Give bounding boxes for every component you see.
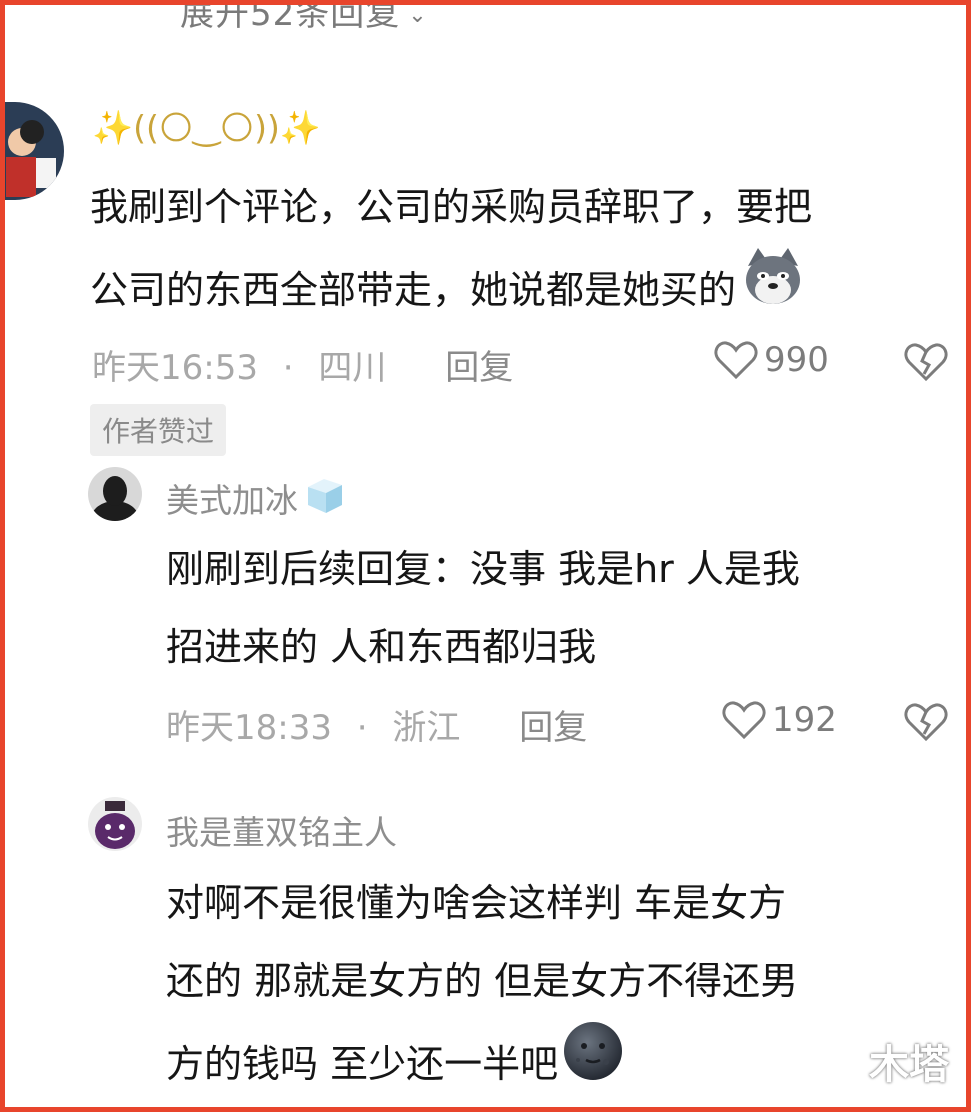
- dark-moon-emoji: [562, 1020, 624, 1108]
- comment-username-text: 美式加冰: [166, 481, 298, 520]
- dislike-button[interactable]: [904, 342, 948, 386]
- like-count: 990: [764, 340, 829, 380]
- comment-text-line-text: 公司的东西全部带走，她说都是她买的: [90, 268, 737, 312]
- dislike-button[interactable]: [904, 702, 948, 746]
- broken-heart-icon: [904, 343, 948, 382]
- comment-text-line-text: 方的钱吗 至少还一半吧: [166, 1042, 559, 1086]
- heart-outline-icon: [714, 341, 758, 380]
- comment-text: 对啊不是很懂为啥会这样判 车是女方 还的 那就是女方的 但是女方不得还男 方的钱…: [166, 864, 798, 1108]
- meta-separator: ·: [282, 348, 294, 388]
- doge-emoji: [742, 246, 804, 334]
- avatar[interactable]: [88, 797, 142, 851]
- watermark: 木塔: [869, 1042, 949, 1088]
- comment-text: 刚刷到后续回复：没事 我是hr 人是我 招进来的 人和东西都归我: [166, 530, 800, 686]
- like-button[interactable]: 192: [722, 700, 837, 740]
- heart-outline-icon: [722, 701, 766, 740]
- broken-heart-icon: [904, 703, 948, 742]
- comment-location: 四川: [318, 348, 387, 388]
- reply-button[interactable]: 回复: [445, 348, 513, 388]
- comment-text-line: 招进来的 人和东西都归我: [166, 625, 597, 669]
- comment-meta: 昨天18:33 · 浙江 回复: [166, 700, 587, 749]
- comment-username[interactable]: 美式加冰: [166, 473, 348, 523]
- comment-text-line: 我刷到个评论，公司的采购员辞职了，要把: [90, 185, 813, 229]
- comment-text: 我刷到个评论，公司的采购员辞职了，要把 公司的东西全部带走，她说都是她买的: [90, 168, 812, 334]
- chevron-down-icon: ⌄: [408, 3, 428, 28]
- expand-replies-label: 展开52条回复: [180, 0, 401, 34]
- ice-cube-emoji: [302, 473, 348, 523]
- avatar[interactable]: [88, 467, 142, 521]
- meta-separator: ·: [356, 708, 368, 748]
- comment-text-line: 方的钱吗 至少还一半吧: [166, 1020, 798, 1108]
- like-button[interactable]: 990: [714, 340, 829, 380]
- comment-username[interactable]: 我是董双铭主人: [166, 806, 397, 854]
- comment-time: 昨天18:33: [166, 708, 332, 748]
- comment-location: 浙江: [392, 708, 461, 748]
- avatar[interactable]: [0, 102, 64, 200]
- comment-text-line: 刚刷到后续回复：没事 我是hr 人是我: [166, 547, 800, 591]
- comment-text-line: 公司的东西全部带走，她说都是她买的: [90, 246, 812, 334]
- comment-text-line: 还的 那就是女方的 但是女方不得还男: [166, 959, 799, 1003]
- expand-replies-link[interactable]: 展开52条回复 ⌄: [180, 0, 428, 35]
- comment-time: 昨天16:53: [92, 348, 258, 388]
- reply-button[interactable]: 回复: [519, 708, 587, 748]
- comment-meta: 昨天16:53 · 四川 回复: [92, 340, 513, 389]
- like-count: 192: [772, 700, 837, 740]
- comment-username[interactable]: ✨((🌕‿🌕))✨: [92, 108, 321, 148]
- author-liked-badge: 作者赞过: [90, 404, 227, 456]
- comment-text-line: 对啊不是很懂为啥会这样判 车是女方: [166, 881, 787, 925]
